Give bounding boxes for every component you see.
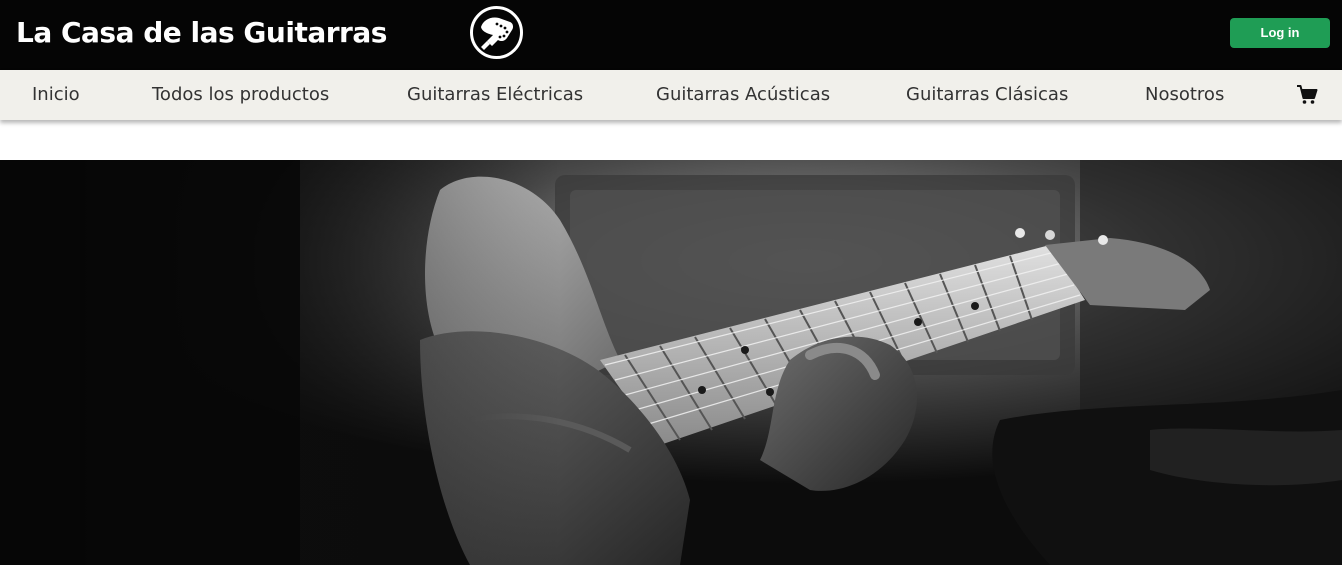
top-header: La Casa de las Guitarras Log in — [0, 0, 1342, 70]
nav-item-guitarras-clasicas[interactable]: Guitarras Clásicas — [906, 70, 1068, 120]
login-button[interactable]: Log in — [1230, 18, 1330, 48]
site-title[interactable]: La Casa de las Guitarras — [16, 14, 387, 52]
nav-item-guitarras-electricas[interactable]: Guitarras Eléctricas — [407, 70, 583, 120]
guitar-headstock-icon[interactable] — [469, 5, 524, 60]
nav-item-inicio[interactable]: Inicio — [32, 70, 80, 120]
shopping-cart-icon[interactable] — [1296, 84, 1318, 106]
nav-item-todos-los-productos[interactable]: Todos los productos — [152, 70, 329, 120]
nav-item-guitarras-acusticas[interactable]: Guitarras Acústicas — [656, 70, 830, 120]
nav-item-nosotros[interactable]: Nosotros — [1145, 70, 1224, 120]
main-navigation: Inicio Todos los productos Guitarras Elé… — [0, 70, 1342, 120]
hero-banner-image — [0, 160, 1342, 565]
